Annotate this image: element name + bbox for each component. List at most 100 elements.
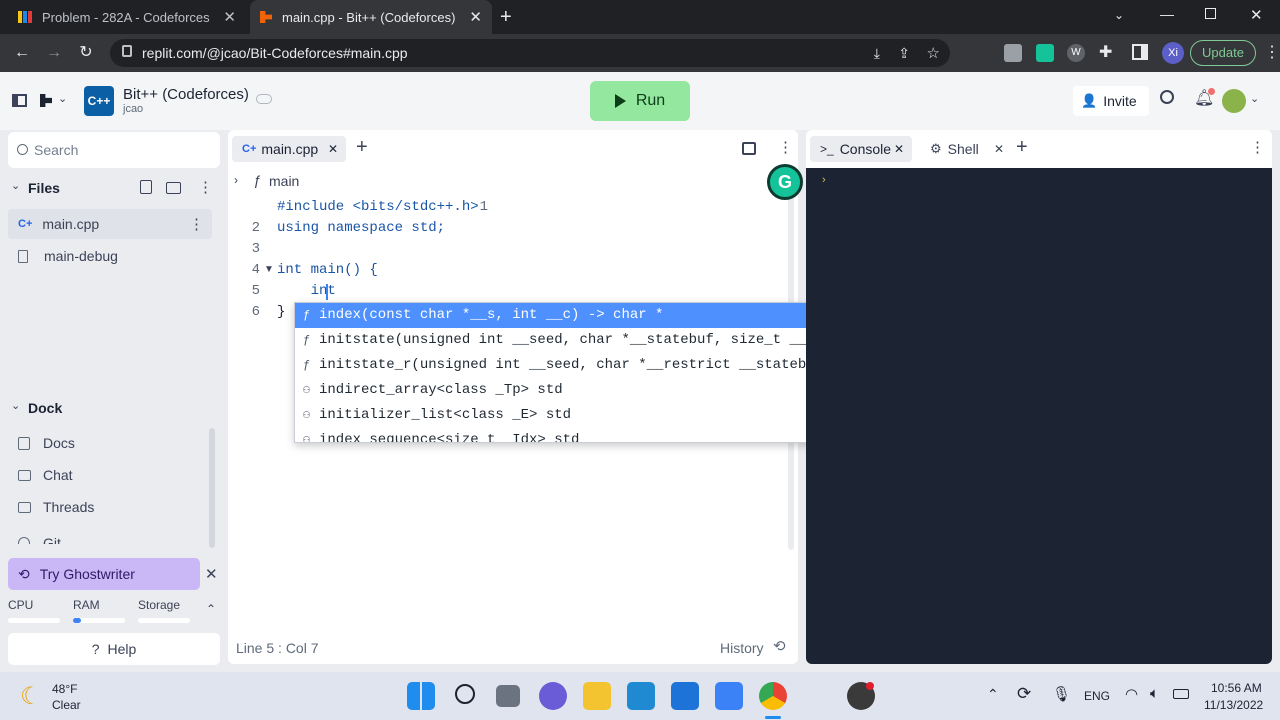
- breadcrumb-chevron-icon[interactable]: ›: [234, 173, 238, 187]
- sidebar-search-input[interactable]: Search: [8, 132, 220, 168]
- fold-chevron-icon[interactable]: ▼: [264, 264, 274, 275]
- reload-icon[interactable]: ↻: [76, 43, 96, 63]
- close-tab-icon[interactable]: ✕: [994, 142, 1004, 156]
- tab-search-icon[interactable]: ⌄: [1114, 8, 1124, 22]
- run-button[interactable]: Run: [590, 81, 690, 121]
- profile-avatar[interactable]: Xi: [1162, 42, 1184, 64]
- file-menu-icon[interactable]: ⋮: [189, 215, 204, 233]
- weather-description[interactable]: Clear: [52, 698, 81, 712]
- breadcrumb[interactable]: main: [269, 173, 299, 189]
- microsoft-store-icon[interactable]: [715, 682, 743, 710]
- autocomplete-item[interactable]: ⚇ initializer_list<class _E> std: [295, 403, 862, 428]
- editor-settings-icon[interactable]: [742, 142, 756, 155]
- input-language[interactable]: ENG: [1084, 689, 1110, 703]
- extension-icon[interactable]: [1004, 44, 1022, 62]
- clock-date[interactable]: 11/13/2022: [1204, 698, 1263, 712]
- wifi-icon[interactable]: ◠: [1125, 685, 1138, 703]
- side-panel-icon[interactable]: [1132, 44, 1148, 60]
- extension-w-icon[interactable]: W: [1067, 44, 1085, 62]
- file-item-main-cpp[interactable]: C+ main.cpp ⋮: [8, 209, 212, 239]
- back-icon[interactable]: ←: [12, 43, 32, 63]
- install-icon[interactable]: ⤓: [874, 45, 880, 62]
- search-icon[interactable]: [1160, 90, 1174, 104]
- user-avatar[interactable]: [1222, 89, 1246, 113]
- new-tab-icon[interactable]: +: [1016, 136, 1028, 159]
- grammarly-extension-icon[interactable]: [1036, 44, 1054, 62]
- mail-icon[interactable]: [671, 682, 699, 710]
- autocomplete-item[interactable]: ƒ index(const char *__s, int __c) -> char…: [295, 303, 862, 328]
- speaker-muted-icon[interactable]: 🔈︎: [1150, 685, 1159, 702]
- vscode-icon[interactable]: [627, 682, 655, 710]
- autocomplete-item[interactable]: ƒ initstate_r(unsigned int __seed, char *…: [295, 353, 862, 378]
- history-button[interactable]: History: [720, 640, 764, 656]
- chevron-down-icon[interactable]: ⌄: [58, 92, 67, 105]
- repl-owner[interactable]: jcao: [123, 103, 143, 115]
- extensions-puzzle-icon[interactable]: ✚: [1099, 42, 1112, 62]
- close-tab-icon[interactable]: ✕: [894, 142, 904, 156]
- weather-temperature[interactable]: 48°F: [52, 682, 77, 696]
- tab-main-cpp[interactable]: C+ main.cpp ✕: [232, 136, 346, 162]
- tab-label: Shell: [947, 141, 979, 157]
- close-ghostwriter-icon[interactable]: ✕: [205, 565, 218, 583]
- browser-tab-replit[interactable]: main.cpp - Bit++ (Codeforces) - ✕: [250, 0, 492, 34]
- autocomplete-item[interactable]: ƒ initstate(unsigned int __seed, char *__…: [295, 328, 862, 353]
- help-button[interactable]: ? Help: [8, 633, 220, 665]
- console-output[interactable]: ›: [806, 168, 1272, 664]
- new-tab-icon[interactable]: +: [356, 136, 368, 159]
- teams-chat-icon[interactable]: [539, 682, 567, 710]
- files-menu-icon[interactable]: ⋮: [198, 178, 213, 196]
- minimize-icon[interactable]: —: [1160, 6, 1174, 22]
- new-file-icon[interactable]: [140, 180, 152, 194]
- new-tab-icon[interactable]: +: [500, 6, 512, 29]
- autocomplete-label: initstate_r(unsigned int __seed, char *_…: [319, 357, 840, 373]
- clock-time[interactable]: 10:56 AM: [1211, 681, 1262, 695]
- browser-tab-codeforces[interactable]: Problem - 282A - Codeforces ✕: [8, 0, 246, 34]
- close-tab-icon[interactable]: ✕: [223, 8, 236, 26]
- dock-item-git[interactable]: Git: [8, 528, 204, 544]
- update-button[interactable]: Update: [1190, 40, 1256, 66]
- files-collapse-chevron-icon[interactable]: ⌄: [11, 179, 20, 192]
- share-icon[interactable]: ⇪: [898, 45, 910, 62]
- close-tab-icon[interactable]: ✕: [469, 8, 482, 26]
- grammarly-button[interactable]: G: [767, 164, 803, 200]
- task-view-icon[interactable]: [496, 685, 520, 707]
- search-icon[interactable]: [455, 684, 475, 704]
- resources-collapse-icon[interactable]: ⌃: [206, 602, 216, 616]
- tab-console[interactable]: >_ Console ✕: [810, 136, 912, 162]
- bookmark-star-icon[interactable]: ☆: [927, 44, 940, 62]
- dock-collapse-chevron-icon[interactable]: ⌄: [11, 399, 20, 412]
- sidebar-scrollbar[interactable]: [209, 428, 215, 548]
- maximize-icon[interactable]: [1205, 8, 1216, 19]
- replit-logo-menu-icon[interactable]: [40, 94, 52, 107]
- tab-shell[interactable]: ⚙ Shell ✕: [920, 136, 1010, 162]
- files-section-label[interactable]: Files: [28, 180, 60, 196]
- history-icon[interactable]: ⟲: [773, 637, 786, 655]
- repl-name[interactable]: Bit++ (Codeforces): [123, 86, 249, 103]
- close-tab-icon[interactable]: ✕: [328, 142, 338, 156]
- microphone-icon[interactable]: 🎙︎: [1052, 685, 1071, 703]
- dock-item-docs[interactable]: Docs: [8, 428, 204, 458]
- try-ghostwriter-button[interactable]: ⟲ Try Ghostwriter: [8, 558, 200, 590]
- address-bar[interactable]: replit.com/@jcao/Bit-Codeforces#main.cpp…: [110, 39, 950, 67]
- editor-menu-icon[interactable]: ⋮: [778, 138, 793, 156]
- chevron-down-icon[interactable]: ⌄: [1250, 92, 1259, 105]
- dock-item-threads[interactable]: Threads: [8, 492, 204, 522]
- file-explorer-icon[interactable]: [583, 682, 611, 710]
- toggle-sidebar-icon[interactable]: [12, 94, 27, 107]
- file-item-main-debug[interactable]: main-debug: [8, 241, 212, 271]
- chevron-up-icon[interactable]: ⌃: [987, 686, 999, 703]
- invite-button[interactable]: 👤 Invite: [1073, 86, 1149, 116]
- new-folder-icon[interactable]: [166, 182, 181, 194]
- console-menu-icon[interactable]: ⋮: [1250, 138, 1265, 156]
- battery-icon[interactable]: [1173, 689, 1189, 699]
- dock-item-chat[interactable]: Chat: [8, 460, 204, 490]
- windows-start-icon[interactable]: [407, 682, 435, 710]
- forward-icon[interactable]: →: [44, 43, 64, 63]
- sync-icon[interactable]: ⟳: [1017, 684, 1031, 704]
- browser-menu-icon[interactable]: ⋮: [1264, 42, 1280, 62]
- autocomplete-item[interactable]: ⚇ indirect_array<class _Tp> std: [295, 378, 862, 403]
- dock-section-label[interactable]: Dock: [28, 400, 62, 416]
- autocomplete-item[interactable]: ⚇ index_sequence<size_t _Idx> std: [295, 428, 862, 442]
- close-window-icon[interactable]: ✕: [1250, 6, 1263, 24]
- chrome-icon[interactable]: [759, 682, 787, 710]
